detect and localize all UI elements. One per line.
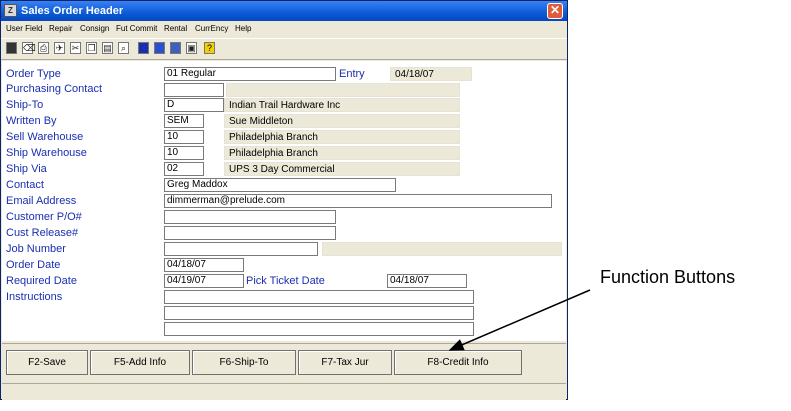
status-bar (2, 383, 566, 400)
job-name (322, 242, 562, 256)
label-contact: Contact (6, 179, 44, 191)
cust-release-field[interactable] (164, 226, 336, 240)
f6-ship-to-button[interactable]: F6-Ship-To (192, 350, 296, 375)
order-date-field[interactable]: 04/18/07 (164, 258, 244, 272)
window-title: Sales Order Header (21, 5, 124, 17)
help-icon[interactable]: ? (204, 42, 215, 54)
run-icon[interactable]: ✈ (54, 42, 65, 54)
label-ship-to: Ship-To (6, 99, 44, 111)
cut-icon[interactable]: ✂ (70, 42, 81, 54)
job-number-field[interactable] (164, 242, 318, 256)
app-icon: Z (4, 4, 17, 17)
label-written-by: Written By (6, 115, 57, 127)
purchasing-contact-name (226, 83, 460, 97)
label-pick-ticket-date: Pick Ticket Date (246, 275, 325, 287)
close-button[interactable]: ✕ (547, 3, 563, 19)
ship-warehouse-field[interactable]: 10 (164, 146, 204, 160)
label-required-date: Required Date (6, 275, 77, 287)
f5-add-info-button[interactable]: F5-Add Info (90, 350, 190, 375)
menu-bar: User Field Repair Consign Fut Commit Ren… (1, 21, 567, 37)
ship-to-field[interactable]: D (164, 98, 224, 112)
f8-credit-info-button[interactable]: F8-Credit Info (394, 350, 522, 375)
function-buttons-annotation: Function Buttons (600, 267, 736, 287)
label-order-type: Order Type (6, 68, 61, 80)
label-entry: Entry (339, 68, 365, 80)
label-email-address: Email Address (6, 195, 77, 207)
copy-icon[interactable]: ❐ (86, 42, 97, 54)
ship-via-name: UPS 3 Day Commercial (224, 162, 460, 176)
label-cust-release: Cust Release# (6, 227, 79, 239)
find-icon[interactable]: ⌕ (118, 42, 129, 54)
written-by-name: Sue Middleton (224, 114, 460, 128)
menu-user-field[interactable]: User Field (6, 24, 42, 33)
purchasing-contact-field[interactable] (164, 83, 224, 97)
email-address-field[interactable]: dimmerman@prelude.com (164, 194, 552, 208)
paste-icon[interactable]: ▤ (102, 42, 113, 54)
label-ship-via: Ship Via (6, 163, 47, 175)
binoculars-icon[interactable] (154, 42, 165, 54)
menu-rental[interactable]: Rental (164, 24, 187, 33)
label-purchasing-contact: Purchasing Contact (6, 83, 102, 95)
menu-repair[interactable]: Repair (49, 24, 73, 33)
written-by-field[interactable]: SEM (164, 114, 204, 128)
ship-warehouse-name: Philadelphia Branch (224, 146, 460, 160)
menu-currency[interactable]: CurrEncy (195, 24, 228, 33)
calculator-icon[interactable] (170, 42, 181, 54)
order-type-field[interactable]: 01 Regular (164, 67, 336, 81)
required-date-field[interactable]: 04/19/07 (164, 274, 244, 288)
ship-via-field[interactable]: 02 (164, 162, 204, 176)
label-sell-warehouse: Sell Warehouse (6, 131, 84, 143)
image-icon[interactable]: ▣ (186, 42, 197, 54)
order-form: Order Type 01 Regular Entry 04/18/07 Pur… (2, 61, 566, 341)
entry-date: 04/18/07 (390, 67, 472, 81)
instructions-line-1[interactable] (164, 290, 474, 304)
label-order-date: Order Date (6, 259, 61, 271)
save-icon[interactable] (6, 42, 17, 54)
label-customer-po: Customer P/O# (6, 211, 82, 223)
ship-to-name: Indian Trail Hardware Inc (224, 98, 460, 112)
contact-field[interactable]: Greg Maddox (164, 178, 396, 192)
pick-ticket-date-field[interactable]: 04/18/07 (387, 274, 467, 288)
menu-help[interactable]: Help (235, 24, 251, 33)
f2-save-button[interactable]: F2-Save (6, 350, 88, 375)
label-ship-warehouse: Ship Warehouse (6, 147, 87, 159)
customer-po-field[interactable] (164, 210, 336, 224)
sell-warehouse-name: Philadelphia Branch (224, 130, 460, 144)
toolbar: ⌫ ⎙ ✈ ✂ ❐ ▤ ⌕ ▣ ? (1, 38, 567, 60)
menu-consign[interactable]: Consign (80, 24, 109, 33)
menu-fut-commit[interactable]: Fut Commit (116, 24, 157, 33)
sales-order-header-window: Z Sales Order Header ✕ User Field Repair… (0, 0, 568, 400)
label-instructions: Instructions (6, 291, 63, 303)
label-job-number: Job Number (6, 243, 66, 255)
sell-warehouse-field[interactable]: 10 (164, 130, 204, 144)
print-icon[interactable]: ⎙ (38, 42, 49, 54)
function-button-bar: F2-Save F5-Add Info F6-Ship-To F7-Tax Ju… (2, 343, 566, 382)
instructions-line-2[interactable] (164, 306, 474, 320)
instructions-line-3[interactable] (164, 322, 474, 336)
delete-icon[interactable]: ⌫ (22, 42, 36, 54)
book-icon[interactable] (138, 42, 149, 54)
f7-tax-jur-button[interactable]: F7-Tax Jur (298, 350, 392, 375)
title-bar[interactable]: Z Sales Order Header ✕ (1, 1, 567, 21)
